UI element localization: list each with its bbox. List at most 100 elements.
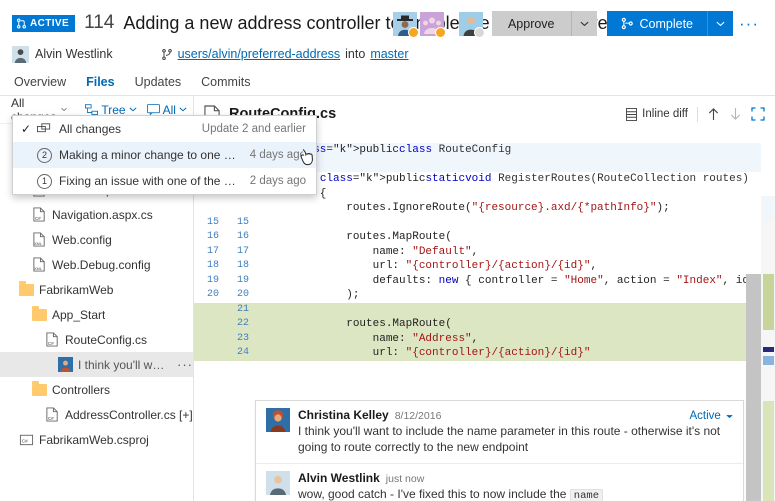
- menu-item-update-2[interactable]: 2 Making a minor change to one of t... 4…: [13, 142, 316, 168]
- menu-item-label: Making a minor change to one of t...: [59, 148, 242, 162]
- diff-line: 18 18 url: "{controller}/{action}/{id}",: [194, 259, 761, 274]
- reviewer-avatar-3[interactable]: [458, 11, 485, 38]
- merge-icon: [621, 17, 633, 30]
- checkmark-icon: ✓: [21, 122, 32, 136]
- svg-text:C#: C#: [35, 216, 41, 221]
- fullscreen-button[interactable]: [751, 107, 765, 121]
- into-label: into: [345, 47, 366, 61]
- diff-line-number-new: 19: [236, 274, 249, 286]
- file-tree-item[interactable]: XML Web.Debug.config: [0, 252, 193, 277]
- file-tree-item[interactable]: FabrikamWeb: [0, 277, 193, 302]
- diff-line: 20 20 );: [194, 288, 761, 303]
- chevron-down-icon: [726, 414, 733, 419]
- comment-author: Alvin Westlink: [298, 471, 380, 485]
- avatar: [266, 408, 290, 432]
- file-tree-item[interactable]: C# RouteConfig.cs: [0, 327, 193, 352]
- diff-line-code: name: "Address",: [267, 332, 479, 345]
- svg-text:XML: XML: [34, 242, 42, 246]
- minimap-mark: [763, 401, 774, 501]
- pr-actions: Approve Complete ···: [392, 11, 763, 38]
- next-diff-button[interactable]: [729, 107, 742, 121]
- status-badge-label: ACTIVE: [30, 17, 70, 29]
- comment-status-label: Active: [689, 410, 721, 422]
- diff-line-number-new: 20: [236, 289, 249, 300]
- reviewer-avatar-2[interactable]: [419, 11, 446, 38]
- menu-item-count: 1: [37, 173, 52, 189]
- approve-button[interactable]: Approve: [491, 11, 571, 36]
- menu-item-meta: Update 2 and earlier: [201, 123, 306, 135]
- file-tree-item-label: Web.config: [52, 232, 112, 247]
- comment-icon: [146, 104, 160, 115]
- file-tree-item-label: FabrikamWeb.csproj: [39, 432, 149, 447]
- diff-line-number-new: 23: [236, 332, 249, 344]
- csproj-file-icon: C#: [19, 434, 34, 446]
- more-actions-button[interactable]: ···: [735, 11, 763, 36]
- diff-line-number-new: 18: [236, 260, 249, 271]
- comment-item: Christina Kelley 8/12/2016 Active I thin…: [256, 401, 743, 463]
- target-branch-link[interactable]: master: [370, 47, 408, 61]
- tab-files[interactable]: Files: [86, 75, 115, 95]
- file-tree-item-label: FabrikamWeb: [39, 282, 114, 297]
- diff-line: 21: [194, 302, 761, 317]
- avatar: [12, 45, 29, 63]
- diff-line-code: routes.MapRoute(: [267, 231, 452, 243]
- minimap-mark: [763, 274, 774, 330]
- comment-body: Christina Kelley 8/12/2016 Active I thin…: [298, 408, 733, 455]
- comment-thread: Christina Kelley 8/12/2016 Active I thin…: [255, 400, 744, 501]
- previous-diff-button[interactable]: [707, 107, 720, 121]
- complete-button-group: Complete: [606, 11, 734, 36]
- file-tree-item[interactable]: I think you'll wa... ···: [0, 352, 193, 377]
- reviewer-avatar-1[interactable]: [392, 11, 419, 38]
- menu-item-update-1[interactable]: 1 Fixing an issue with one of the new ..…: [13, 168, 316, 194]
- comment-avatar-icon: [58, 357, 73, 372]
- file-tree-item[interactable]: C# Navigation.aspx.cs: [0, 202, 193, 227]
- tab-overview[interactable]: Overview: [14, 75, 66, 95]
- inline-code-token: name: [569, 489, 604, 501]
- file-tree-item[interactable]: XML Web.config: [0, 227, 193, 252]
- menu-item-meta: 4 days ago: [249, 149, 306, 161]
- vertical-scrollbar-thumb[interactable]: [746, 274, 761, 501]
- diff-line-code: url: "{controller}/{action}/{id}": [267, 347, 591, 359]
- comment-text-part: wow, good catch - I've fixed this to now…: [298, 487, 567, 501]
- diff-line-number-old: 15: [206, 216, 219, 228]
- menu-item-meta: 2 days ago: [249, 175, 306, 187]
- toolbar-divider: [697, 106, 698, 122]
- complete-button[interactable]: Complete: [606, 11, 708, 36]
- diff-line-code: routes.IgnoreRoute("{resource}.axd/{*pat…: [267, 202, 670, 214]
- file-tree-item-more-button[interactable]: ···: [177, 357, 193, 372]
- approve-dropdown-button[interactable]: [570, 11, 597, 36]
- pr-number: 114: [84, 12, 115, 33]
- diff-line-number-old: 17: [206, 245, 219, 257]
- diff-line-code: routes.MapRoute(: [267, 318, 452, 330]
- menu-item-count: 2: [37, 147, 52, 163]
- all-changes-icon: [37, 122, 59, 136]
- branch-icon: [161, 48, 172, 60]
- tab-commits[interactable]: Commits: [201, 75, 250, 95]
- xml-file-icon: XML: [33, 257, 45, 272]
- reviewers-list: [392, 11, 485, 38]
- pr-author-name: Alvin Westlink: [35, 47, 113, 61]
- folder-icon: [19, 281, 34, 296]
- source-branch-link[interactable]: users/alvin/preferred-address: [178, 47, 341, 61]
- file-tree-item-label: Navigation.aspx.cs: [52, 207, 153, 222]
- comment-header: Christina Kelley 8/12/2016 Active: [298, 408, 733, 422]
- complete-dropdown-button[interactable]: [707, 11, 734, 36]
- file-tree-item[interactable]: App_Start: [0, 302, 193, 327]
- file-tree-item[interactable]: C# FabrikamWeb.csproj: [0, 427, 193, 452]
- diff-line: 17 17 name: "Default",: [194, 245, 761, 260]
- diff-line-number-old: [194, 201, 225, 216]
- file-tree-item[interactable]: C# AddressController.cs [+]: [0, 402, 193, 427]
- menu-item-all-changes[interactable]: ✓ All changes Update 2 and earlier: [13, 116, 316, 142]
- inline-diff-toggle[interactable]: Inline diff: [626, 107, 688, 121]
- diff-minimap[interactable]: [761, 196, 775, 501]
- vertical-scrollbar-track[interactable]: [746, 274, 761, 501]
- minimap-mark: [763, 196, 774, 220]
- tab-updates[interactable]: Updates: [135, 75, 182, 95]
- comment-status-dropdown[interactable]: Active: [689, 410, 733, 422]
- inline-diff-label: Inline diff: [642, 108, 688, 120]
- chevron-down-icon: [129, 107, 137, 112]
- tree-icon: [85, 103, 99, 115]
- file-tree-item[interactable]: Controllers: [0, 377, 193, 402]
- arrow-down-icon: [730, 107, 741, 120]
- diff-line-code: [255, 216, 267, 231]
